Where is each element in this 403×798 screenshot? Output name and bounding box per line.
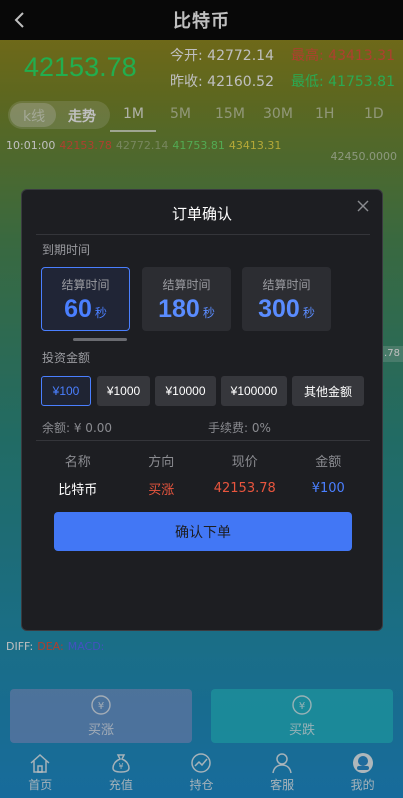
divider — [36, 440, 370, 441]
amount-option-100[interactable]: ¥100 — [41, 376, 91, 406]
time-option-60[interactable]: 结算时间 60 秒 — [41, 267, 130, 331]
order-summary: 名称 方向 现价 金额 比特币 买涨 42153.78 ¥100 — [36, 446, 370, 502]
summary-direction: 买涨 — [148, 482, 175, 498]
order-confirm-modal: 订单确认 到期时间 结算时间 60 秒 结算时间 180 秒 结算时间 300 秒 投… — [21, 189, 383, 631]
summary-name: 比特币 — [58, 482, 98, 498]
time-option-300[interactable]: 结算时间 300 秒 — [242, 267, 331, 331]
fee-text: 手续费: 0% — [208, 421, 271, 435]
invest-label: 投资金额 — [42, 351, 91, 365]
summary-value-row: 比特币 买涨 42153.78 ¥100 — [36, 474, 370, 502]
amount-option-1000[interactable]: ¥1000 — [97, 376, 150, 406]
scroll-indicator — [73, 338, 127, 341]
modal-title: 订单确认 — [171, 205, 232, 223]
balance-text: 余额: ¥ 0.00 — [42, 421, 113, 435]
close-button[interactable] — [356, 198, 370, 212]
summary-price: 42153.78 — [213, 480, 276, 496]
confirm-order-button[interactable]: 确认下单 — [54, 512, 352, 551]
summary-header-row: 名称 方向 现价 金额 — [64, 454, 342, 470]
app-screen: 比特币 42153.78 今开: 42772.14 最高: 43413.31 昨… — [0, 0, 403, 798]
summary-amount: ¥100 — [311, 480, 345, 496]
divider — [36, 234, 370, 235]
amount-option-other[interactable]: 其他金额 — [292, 376, 364, 406]
expiry-label: 到期时间 — [42, 243, 91, 257]
time-option-180[interactable]: 结算时间 180 秒 — [142, 267, 231, 331]
amount-option-100000[interactable]: ¥100000 — [221, 376, 287, 406]
amount-option-10000[interactable]: ¥10000 — [155, 376, 216, 406]
close-icon — [357, 200, 369, 212]
